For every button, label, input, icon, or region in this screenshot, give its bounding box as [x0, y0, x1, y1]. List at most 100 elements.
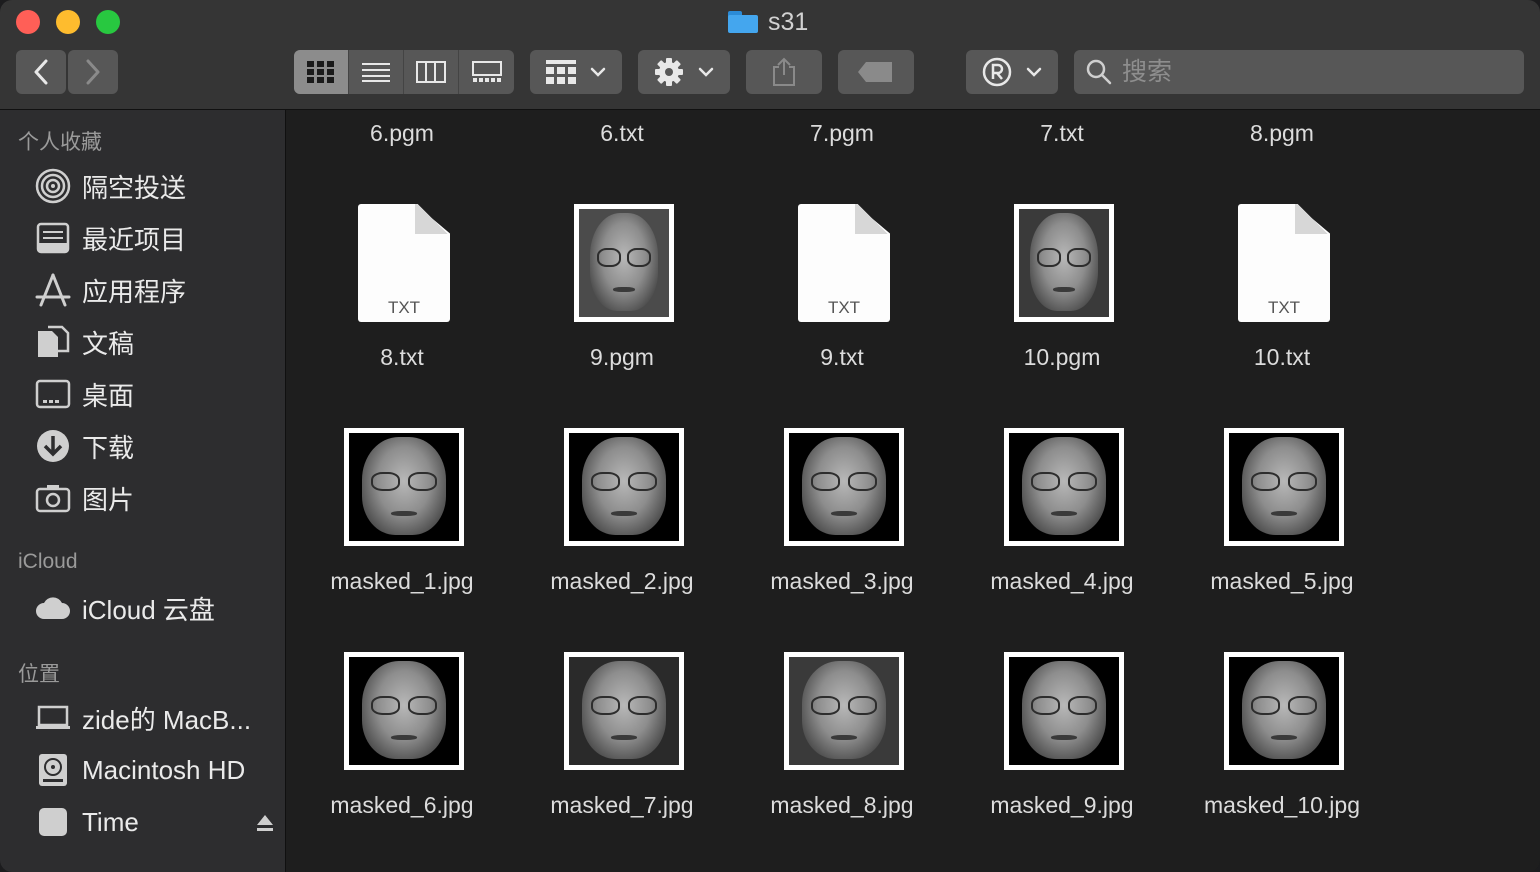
- image-thumbnail[interactable]: [1224, 652, 1344, 770]
- eject-icon[interactable]: [256, 810, 274, 841]
- desktop-icon: [34, 375, 72, 413]
- sidebar-item-icloud-drive[interactable]: iCloud 云盘: [34, 586, 274, 630]
- group-grid-icon: [546, 60, 576, 84]
- image-thumbnail[interactable]: [1004, 652, 1124, 770]
- search-input[interactable]: [1122, 57, 1502, 87]
- group-by-button[interactable]: [530, 50, 622, 94]
- chevron-down-icon: [1026, 67, 1042, 77]
- image-thumbnail[interactable]: [344, 428, 464, 546]
- sidebar-item-label: 桌面: [82, 380, 135, 411]
- file-label[interactable]: 9.txt: [742, 344, 942, 371]
- image-thumbnail[interactable]: [564, 652, 684, 770]
- sidebar-item-label: 下载: [82, 432, 135, 463]
- sidebar-item-recents[interactable]: 最近项目: [34, 216, 274, 260]
- file-label[interactable]: masked_7.jpg: [522, 792, 722, 819]
- sidebar-item-label: 隔空投送: [82, 172, 187, 203]
- sidebar-item-label: 文稿: [82, 328, 135, 359]
- file-label[interactable]: 6.txt: [522, 120, 722, 147]
- documents-icon: [34, 323, 72, 361]
- downloads-icon: [34, 427, 72, 465]
- applications-icon: [34, 271, 72, 309]
- sidebar-item-macbook[interactable]: zide的 MacB...: [34, 696, 274, 740]
- file-label[interactable]: masked_9.jpg: [962, 792, 1162, 819]
- file-label[interactable]: masked_5.jpg: [1182, 568, 1382, 595]
- file-label[interactable]: masked_2.jpg: [522, 568, 722, 595]
- action-menu-button[interactable]: [638, 50, 730, 94]
- share-button[interactable]: [746, 50, 822, 94]
- sidebar-item-time[interactable]: Time: [34, 800, 274, 844]
- list-view-button[interactable]: [349, 50, 404, 94]
- sidebar-item-label: 应用程序: [82, 276, 187, 307]
- file-type-badge: TXT: [827, 298, 861, 317]
- icon-view-button[interactable]: [294, 50, 349, 94]
- tag-icon: [858, 62, 892, 82]
- sidebar-item-applications[interactable]: 应用程序: [34, 268, 274, 312]
- locations-section-title: 位置: [18, 663, 60, 686]
- file-type-badge: TXT: [387, 298, 421, 317]
- image-thumbnail[interactable]: [1004, 428, 1124, 546]
- txt-file-icon[interactable]: TXT: [358, 204, 450, 322]
- image-thumbnail[interactable]: [784, 428, 904, 546]
- file-label[interactable]: masked_3.jpg: [742, 568, 942, 595]
- file-label[interactable]: masked_4.jpg: [962, 568, 1162, 595]
- cloud-icon: [34, 589, 72, 627]
- sidebar-item-label: iCloud 云盘: [82, 594, 215, 625]
- image-thumbnail[interactable]: [344, 652, 464, 770]
- file-label[interactable]: 10.txt: [1182, 344, 1382, 371]
- gear-icon: [655, 58, 683, 86]
- chevron-down-icon: [698, 67, 714, 77]
- file-label[interactable]: 7.pgm: [742, 120, 942, 147]
- minimize-window-button[interactable]: [56, 10, 80, 34]
- column-view-button[interactable]: [404, 50, 459, 94]
- toolbar: s31: [0, 0, 1540, 110]
- close-window-button[interactable]: [16, 10, 40, 34]
- sidebar-item-desktop[interactable]: 桌面: [34, 372, 274, 416]
- sidebar: 个人收藏 隔空投送 最近项目 应用程序 文稿 桌面 下载 图片 iCloud i…: [0, 110, 286, 872]
- external-drive-icon: [34, 803, 72, 841]
- txt-file-icon[interactable]: TXT: [1238, 204, 1330, 322]
- file-label[interactable]: 10.pgm: [962, 344, 1162, 371]
- sidebar-item-label: 图片: [82, 484, 135, 515]
- tag-button[interactable]: [838, 50, 914, 94]
- search-field[interactable]: [1074, 50, 1524, 94]
- sidebar-item-documents[interactable]: 文稿: [34, 320, 274, 364]
- zoom-window-button[interactable]: [96, 10, 120, 34]
- column-view-icon: [416, 61, 446, 83]
- window-title: s31: [728, 8, 808, 36]
- icon-view-icon: [307, 61, 334, 83]
- file-label[interactable]: 6.pgm: [302, 120, 502, 147]
- recents-icon: [34, 219, 72, 257]
- share-icon: [773, 57, 795, 86]
- sidebar-item-macintosh-hd[interactable]: Macintosh HD: [34, 748, 274, 792]
- pictures-icon: [34, 479, 72, 517]
- file-label[interactable]: masked_6.jpg: [302, 792, 502, 819]
- gallery-view-button[interactable]: [459, 50, 514, 94]
- file-label[interactable]: masked_8.jpg: [742, 792, 942, 819]
- sidebar-item-airdrop[interactable]: 隔空投送: [34, 164, 274, 208]
- sidebar-item-pictures[interactable]: 图片: [34, 476, 274, 520]
- image-thumbnail[interactable]: [574, 204, 674, 322]
- file-label[interactable]: masked_10.jpg: [1182, 792, 1382, 819]
- list-view-icon: [362, 63, 390, 82]
- image-thumbnail[interactable]: [1224, 428, 1344, 546]
- file-label[interactable]: 8.pgm: [1182, 120, 1382, 147]
- file-label[interactable]: masked_1.jpg: [302, 568, 502, 595]
- back-button[interactable]: [16, 50, 66, 94]
- image-thumbnail[interactable]: [784, 652, 904, 770]
- sidebar-item-downloads[interactable]: 下载: [34, 424, 274, 468]
- forward-button[interactable]: [68, 50, 118, 94]
- file-label[interactable]: 7.txt: [962, 120, 1162, 147]
- chevron-right-icon: [86, 59, 100, 85]
- image-thumbnail[interactable]: [1014, 204, 1114, 322]
- txt-file-icon[interactable]: TXT: [798, 204, 890, 322]
- sidebar-item-label: Time: [82, 806, 139, 837]
- registered-menu-button[interactable]: [966, 50, 1058, 94]
- sidebar-item-label: Macintosh HD: [82, 754, 246, 785]
- hard-drive-icon: [34, 751, 72, 789]
- airdrop-icon: [34, 167, 72, 205]
- icloud-section-title: iCloud: [18, 550, 78, 573]
- registered-icon: [982, 57, 1012, 87]
- file-label[interactable]: 8.txt: [302, 344, 502, 371]
- image-thumbnail[interactable]: [564, 428, 684, 546]
- file-label[interactable]: 9.pgm: [522, 344, 722, 371]
